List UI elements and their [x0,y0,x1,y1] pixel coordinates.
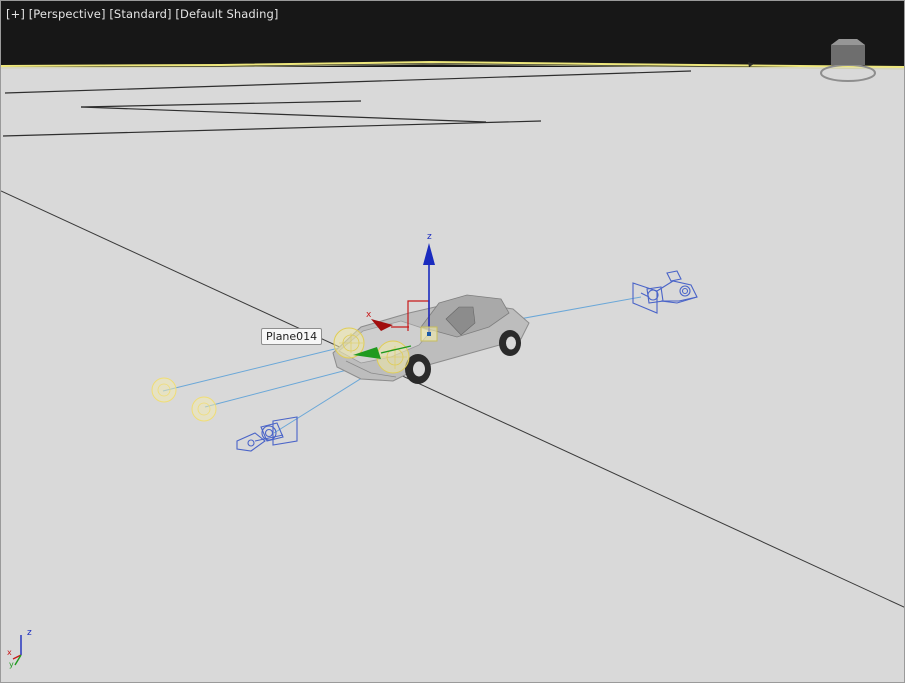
tripod-z-label: z [27,628,32,638]
gizmo-z-label: z [427,232,432,242]
viewport-menu-point-of-view[interactable]: [Perspective] [29,7,106,21]
tripod-y-label: y [9,660,14,669]
perspective-viewport[interactable]: [+] [Perspective] [Standard] [Default Sh… [0,0,905,683]
tripod-x-label: x [7,648,12,657]
object-name-tooltip: Plane014 [261,328,323,345]
camera-icon[interactable] [236,416,298,452]
light-icon[interactable] [376,340,410,374]
viewport-marker-icon [748,62,754,67]
viewport-menu-shading[interactable]: [Default Shading] [175,7,278,21]
viewcube-icon[interactable] [817,35,879,85]
light-icon[interactable] [151,377,177,403]
viewport-menu-standard[interactable]: [Standard] [109,7,171,21]
light-icon[interactable] [191,396,217,422]
viewport-label-menu: [+] [Perspective] [Standard] [Default Sh… [6,7,278,21]
camera-icon[interactable] [632,270,698,314]
viewport-menu-general[interactable]: [+] [6,7,25,21]
axis-tripod: z x y [7,628,32,669]
scene-canvas[interactable]: x z [1,1,905,683]
gizmo-x-label: x [366,310,372,320]
